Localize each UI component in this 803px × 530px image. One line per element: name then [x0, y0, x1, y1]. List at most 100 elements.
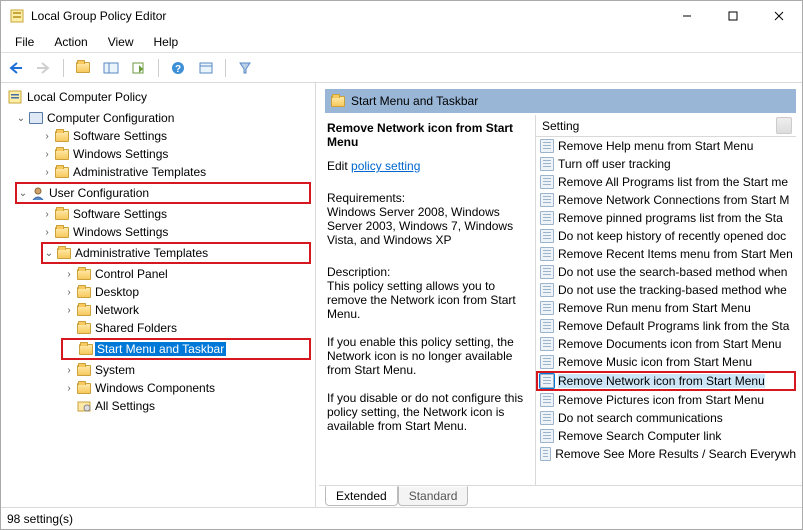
- titlebar: Local Group Policy Editor: [1, 1, 802, 31]
- list-row-label: Remove All Programs list from the Start …: [558, 175, 788, 189]
- policy-icon: [540, 193, 554, 207]
- edit-policy-link[interactable]: policy setting: [351, 159, 420, 173]
- list-row-label: Remove Run menu from Start Menu: [558, 301, 751, 315]
- list-row[interactable]: Remove Network icon from Start Menu: [536, 371, 796, 391]
- tree-item-computer-config[interactable]: ⌄ Computer Configuration: [1, 109, 315, 127]
- tree-item[interactable]: ›Control Panel: [1, 265, 315, 283]
- tree-item-user-config[interactable]: ⌄ User Configuration: [17, 184, 309, 202]
- expand-icon[interactable]: ›: [41, 131, 53, 142]
- tree-pane[interactable]: Local Computer Policy ⌄ Computer Configu…: [1, 83, 316, 507]
- policy-icon: [540, 429, 554, 443]
- policy-icon: [540, 411, 554, 425]
- tree-item[interactable]: ›Network: [1, 301, 315, 319]
- list-row[interactable]: Remove Run menu from Start Menu: [536, 299, 796, 317]
- list-row-label: Remove Pictures icon from Start Menu: [558, 393, 764, 407]
- list-row-label: Remove Search Computer link: [558, 429, 721, 443]
- tree-item-admin-templates[interactable]: ⌄Administrative Templates: [43, 244, 309, 262]
- list-row-label: Remove Default Programs link from the St…: [558, 319, 789, 333]
- user-icon: [29, 186, 47, 200]
- svg-text:?: ?: [175, 64, 181, 75]
- minimize-button[interactable]: [664, 1, 710, 31]
- list-row[interactable]: Remove Recent Items menu from Start Men: [536, 245, 796, 263]
- maximize-button[interactable]: [710, 1, 756, 31]
- gear-folder-icon: [75, 399, 93, 413]
- computer-icon: [29, 112, 43, 124]
- settings-list[interactable]: Remove Help menu from Start Menu Turn off…: [536, 137, 796, 485]
- tab-standard[interactable]: Standard: [398, 486, 469, 506]
- toolbar: ?: [1, 53, 802, 83]
- policy-icon: [540, 157, 554, 171]
- policy-icon: [540, 229, 554, 243]
- tree-item-start-menu-taskbar[interactable]: Start Menu and Taskbar: [63, 340, 309, 358]
- list-row-label: Remove Help menu from Start Menu: [558, 139, 753, 153]
- policy-icon: [540, 374, 554, 388]
- list-row[interactable]: Remove Documents icon from Start Menu: [536, 335, 796, 353]
- tree-item[interactable]: ›Windows Settings: [1, 145, 315, 163]
- menubar: File Action View Help: [1, 31, 802, 53]
- list-row-label: Remove Music icon from Start Menu: [558, 355, 752, 369]
- detail-header: Start Menu and Taskbar: [325, 89, 796, 113]
- policy-icon: [540, 139, 554, 153]
- list-row-label: Remove Recent Items menu from Start Men: [558, 247, 793, 261]
- list-row-label: Do not use the search-based method when: [558, 265, 787, 279]
- list-row[interactable]: Turn off user tracking: [536, 155, 796, 173]
- help-button[interactable]: ?: [167, 57, 189, 79]
- menu-action[interactable]: Action: [44, 33, 97, 51]
- list-row[interactable]: Remove Help menu from Start Menu: [536, 137, 796, 155]
- tree-item[interactable]: ›System: [1, 361, 315, 379]
- policy-icon: [540, 355, 554, 369]
- tree-item[interactable]: ›Software Settings: [1, 205, 315, 223]
- up-folder-button[interactable]: [72, 57, 94, 79]
- tree-item[interactable]: ›Desktop: [1, 283, 315, 301]
- list-row[interactable]: Do not search communications: [536, 409, 796, 427]
- list-row[interactable]: Do not use the search-based method when: [536, 263, 796, 281]
- policy-icon: [540, 265, 554, 279]
- tree-item[interactable]: Shared Folders: [1, 319, 315, 337]
- policy-icon: [540, 247, 554, 261]
- view-tabs: Extended Standard: [319, 485, 802, 507]
- menu-view[interactable]: View: [98, 33, 144, 51]
- list-row-label: Remove See More Results / Search Everywh: [555, 447, 796, 461]
- close-button[interactable]: [756, 1, 802, 31]
- tree-item[interactable]: ›Administrative Templates: [1, 163, 315, 181]
- tree-item-all-settings[interactable]: All Settings: [1, 397, 315, 415]
- list-row[interactable]: Remove Default Programs link from the St…: [536, 317, 796, 335]
- menu-file[interactable]: File: [5, 33, 44, 51]
- app-icon: [9, 8, 25, 24]
- folder-icon: [331, 96, 345, 107]
- tree-item[interactable]: ›Software Settings: [1, 127, 315, 145]
- list-row[interactable]: Remove All Programs list from the Start …: [536, 173, 796, 191]
- tree-root-label: Local Computer Policy: [27, 90, 147, 104]
- list-row-label: Remove Documents icon from Start Menu: [558, 337, 781, 351]
- list-row[interactable]: Remove Search Computer link: [536, 427, 796, 445]
- list-row[interactable]: Do not keep history of recently opened d…: [536, 227, 796, 245]
- list-row[interactable]: Remove pinned programs list from the Sta: [536, 209, 796, 227]
- tree-item[interactable]: ›Windows Components: [1, 379, 315, 397]
- window-title: Local Group Policy Editor: [31, 9, 664, 23]
- detail-description: Remove Network icon from Start Menu Edit…: [325, 115, 535, 485]
- policy-icon: [540, 211, 554, 225]
- list-row[interactable]: Remove Pictures icon from Start Menu: [536, 391, 796, 409]
- list-row[interactable]: Remove See More Results / Search Everywh: [536, 445, 796, 463]
- forward-button: [33, 57, 55, 79]
- tab-extended[interactable]: Extended: [325, 486, 398, 506]
- tree-item[interactable]: ›Windows Settings: [1, 223, 315, 241]
- policy-icon: [540, 337, 554, 351]
- back-button[interactable]: [5, 57, 27, 79]
- list-row-label: Do not keep history of recently opened d…: [558, 229, 786, 243]
- list-row[interactable]: Do not use the tracking-based method whe: [536, 281, 796, 299]
- policy-icon: [540, 447, 551, 461]
- filter-button[interactable]: [234, 57, 256, 79]
- export-button[interactable]: [128, 57, 150, 79]
- properties-button[interactable]: [195, 57, 217, 79]
- list-row[interactable]: Remove Music icon from Start Menu: [536, 353, 796, 371]
- list-row-label: Do not search communications: [558, 411, 723, 425]
- collapse-icon[interactable]: ⌄: [15, 113, 27, 124]
- policy-icon: [540, 283, 554, 297]
- menu-help[interactable]: Help: [144, 33, 189, 51]
- list-row-label: Remove Network icon from Start Menu: [558, 374, 765, 388]
- show-hide-tree-button[interactable]: [100, 57, 122, 79]
- list-row[interactable]: Remove Network Connections from Start M: [536, 191, 796, 209]
- status-text: 98 setting(s): [7, 512, 73, 526]
- column-header-setting[interactable]: Setting: [536, 115, 796, 137]
